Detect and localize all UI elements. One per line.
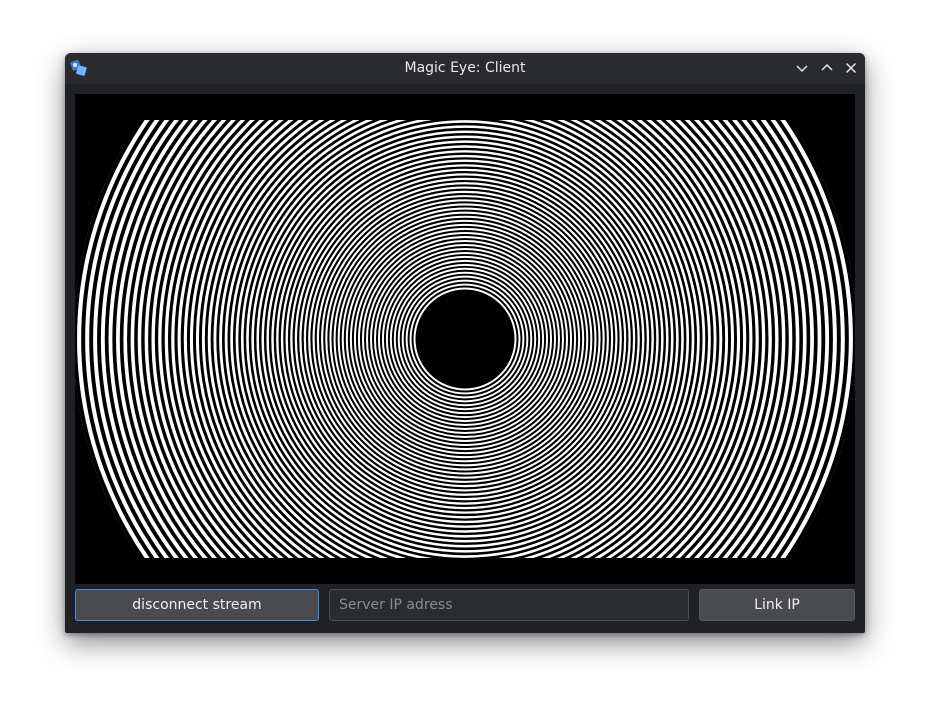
app-icon[interactable] xyxy=(69,58,89,78)
app-window: Magic Eye: Client disconnect stream Serv… xyxy=(65,53,865,633)
stream-view xyxy=(75,94,855,584)
close-button[interactable] xyxy=(842,59,860,77)
disconnect-stream-button[interactable]: disconnect stream xyxy=(75,589,319,621)
center-hole xyxy=(414,288,516,390)
chevron-up-icon xyxy=(821,63,833,71)
titlebar[interactable]: Magic Eye: Client xyxy=(65,53,865,84)
chevron-down-icon xyxy=(796,65,808,73)
link-ip-button[interactable]: Link IP xyxy=(699,589,855,621)
stream-image xyxy=(75,94,855,584)
control-bar: disconnect stream Link IP xyxy=(75,589,855,623)
window-title: Magic Eye: Client xyxy=(404,60,526,76)
close-icon xyxy=(845,62,857,74)
server-ip-input[interactable] xyxy=(329,589,689,621)
maximize-button[interactable] xyxy=(818,59,836,77)
minimize-button[interactable] xyxy=(793,59,811,77)
